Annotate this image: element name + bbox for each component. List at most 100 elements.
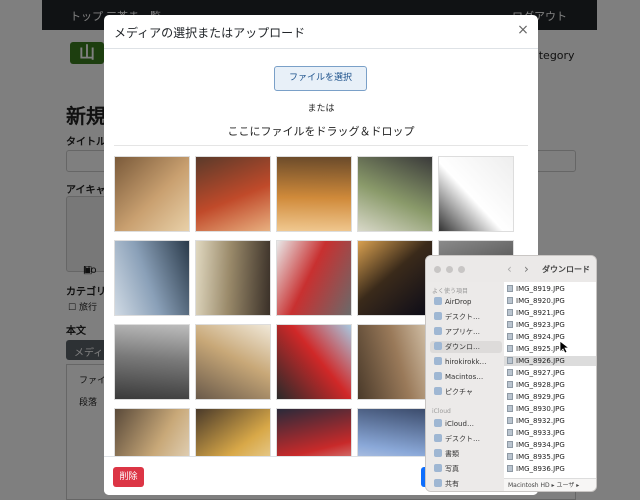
finder-sidebar-item[interactable]: Macintos… bbox=[430, 371, 502, 383]
finder-file-row[interactable]: IMG_8919.JPG bbox=[504, 284, 596, 294]
finder-file-row[interactable]: IMG_8927.JPG bbox=[504, 368, 596, 378]
finder-icloud-label: デスクト… bbox=[445, 435, 480, 443]
media-thumbnail-hall-interior[interactable] bbox=[357, 324, 433, 400]
folder-icon bbox=[434, 387, 442, 395]
finder-sidebar-item[interactable]: ダウンロ… bbox=[430, 341, 502, 353]
finder-sidebar-item[interactable]: アプリケ… bbox=[430, 326, 502, 338]
finder-file-name: IMG_8926.JPG bbox=[516, 357, 565, 365]
finder-file-row[interactable]: IMG_8928.JPG bbox=[504, 380, 596, 390]
folder-icon bbox=[434, 464, 442, 472]
finder-file-row[interactable]: IMG_8935.JPG bbox=[504, 452, 596, 462]
media-thumbnail-drink-vending[interactable] bbox=[276, 324, 352, 400]
finder-file-row[interactable]: IMG_8925.JPG bbox=[504, 344, 596, 354]
minimize-window-icon[interactable] bbox=[446, 266, 453, 273]
finder-window[interactable]: ‹ › ダウンロード よく使う項目 iCloud AirDrop デスクト… アプリ… bbox=[425, 255, 597, 492]
finder-sidebar-item[interactable]: AirDrop bbox=[430, 296, 502, 308]
favorites-section-label: よく使う項目 bbox=[432, 288, 469, 295]
close-icon[interactable]: × bbox=[516, 23, 530, 37]
choose-file-button[interactable]: ファイルを選択 bbox=[274, 66, 367, 91]
finder-sidebar-label: アプリケ… bbox=[445, 328, 480, 336]
media-thumbnail-soba-noodles[interactable] bbox=[195, 240, 271, 316]
image-file-icon bbox=[507, 333, 513, 340]
image-file-icon bbox=[507, 441, 513, 448]
finder-file-row[interactable]: IMG_8929.JPG bbox=[504, 392, 596, 402]
media-thumbnail-store-front[interactable] bbox=[114, 408, 190, 456]
media-thumbnail-ticket-machine[interactable] bbox=[114, 324, 190, 400]
finder-sidebar-label: hirokirokk… bbox=[445, 358, 487, 366]
media-thumbnail-steaming-pot[interactable] bbox=[114, 240, 190, 316]
finder-icloud-item[interactable]: 書類 bbox=[430, 448, 502, 460]
image-file-icon bbox=[507, 453, 513, 460]
finder-sidebar: よく使う項目 iCloud AirDrop デスクト… アプリケ… ダウンロ… hiro… bbox=[426, 282, 504, 491]
media-thumbnail-vending-machine[interactable] bbox=[276, 240, 352, 316]
finder-file-name: IMG_8927.JPG bbox=[516, 369, 565, 377]
finder-sidebar-item[interactable]: ピクチャ bbox=[430, 386, 502, 398]
image-file-icon bbox=[507, 285, 513, 292]
finder-file-name: IMG_8925.JPG bbox=[516, 345, 565, 353]
image-file-icon bbox=[507, 393, 513, 400]
finder-file-row[interactable]: IMG_8923.JPG bbox=[504, 320, 596, 330]
finder-file-row[interactable]: IMG_8921.JPG bbox=[504, 308, 596, 318]
finder-icloud-item[interactable]: デスクト… bbox=[430, 433, 502, 445]
finder-file-name: IMG_8920.JPG bbox=[516, 297, 565, 305]
finder-file-row[interactable]: IMG_8930.JPG bbox=[504, 404, 596, 414]
media-thumbnail-coupon-card[interactable] bbox=[438, 156, 514, 232]
folder-icon bbox=[434, 434, 442, 442]
drop-zone-text[interactable]: ここにファイルをドラッグ＆ドロップ bbox=[104, 123, 538, 139]
media-thumbnail-night-city-lights[interactable] bbox=[357, 240, 433, 316]
media-thumbnail-red-sign-shop[interactable] bbox=[276, 408, 352, 456]
image-file-icon bbox=[507, 321, 513, 328]
finder-file-name: IMG_8924.JPG bbox=[516, 333, 565, 341]
finder-file-name: IMG_8928.JPG bbox=[516, 381, 565, 389]
image-file-icon bbox=[507, 345, 513, 352]
finder-file-row[interactable]: IMG_8932.JPG bbox=[504, 416, 596, 426]
finder-file-row[interactable]: IMG_8936.JPG bbox=[504, 464, 596, 474]
finder-sidebar-item[interactable]: デスクト… bbox=[430, 311, 502, 323]
folder-icon bbox=[434, 449, 442, 457]
finder-icloud-label: 写真 bbox=[445, 465, 459, 473]
finder-icloud-item[interactable]: iCloud… bbox=[430, 418, 502, 430]
media-thumbnail-gift-shop[interactable] bbox=[357, 408, 433, 456]
image-file-icon bbox=[507, 297, 513, 304]
finder-file-row[interactable]: IMG_8926.JPG bbox=[504, 356, 596, 366]
forward-icon[interactable]: › bbox=[524, 262, 529, 276]
icloud-section-label: iCloud bbox=[432, 408, 451, 415]
finder-file-name: IMG_8936.JPG bbox=[516, 465, 565, 473]
finder-icloud-label: 書類 bbox=[445, 450, 459, 458]
folder-icon bbox=[434, 372, 442, 380]
image-file-icon bbox=[507, 429, 513, 436]
media-thumbnail-breakfast-buffet[interactable] bbox=[276, 156, 352, 232]
media-thumbnail-fish-platter[interactable] bbox=[195, 156, 271, 232]
finder-file-row[interactable]: IMG_8934.JPG bbox=[504, 440, 596, 450]
image-file-icon bbox=[507, 369, 513, 376]
finder-file-name: IMG_8933.JPG bbox=[516, 429, 565, 437]
finder-icloud-item[interactable]: 共有 bbox=[430, 478, 502, 490]
mouse-cursor-icon bbox=[559, 340, 569, 354]
finder-file-name: IMG_8935.JPG bbox=[516, 453, 565, 461]
folder-icon bbox=[434, 327, 442, 335]
folder-icon bbox=[434, 297, 442, 305]
finder-file-name: IMG_8932.JPG bbox=[516, 417, 565, 425]
media-thumbnail-lit-shop[interactable] bbox=[195, 408, 271, 456]
media-thumbnail-buffet-trays[interactable] bbox=[114, 156, 190, 232]
finder-toolbar: ‹ › ダウンロード bbox=[426, 256, 596, 282]
finder-icloud-item[interactable]: 写真 bbox=[430, 463, 502, 475]
image-file-icon bbox=[507, 405, 513, 412]
finder-sidebar-label: AirDrop bbox=[445, 298, 472, 306]
finder-path-bar: Macintosh HD ▸ ユーザ ▸ bbox=[504, 478, 596, 491]
finder-sidebar-item[interactable]: hirokirokk… bbox=[430, 356, 502, 368]
finder-file-name: IMG_8930.JPG bbox=[516, 405, 565, 413]
modal-header: メディアの選択またはアップロード × bbox=[104, 15, 538, 49]
finder-file-row[interactable]: IMG_8933.JPG bbox=[504, 428, 596, 438]
finder-file-row[interactable]: IMG_8924.JPG bbox=[504, 332, 596, 342]
finder-file-row[interactable]: IMG_8920.JPG bbox=[504, 296, 596, 306]
close-window-icon[interactable] bbox=[434, 266, 441, 273]
zoom-window-icon[interactable] bbox=[458, 266, 465, 273]
path-text: Macintosh HD ▸ ユーザ ▸ bbox=[508, 482, 580, 489]
media-thumbnail-bowl-dish[interactable] bbox=[357, 156, 433, 232]
image-file-icon bbox=[507, 381, 513, 388]
back-icon[interactable]: ‹ bbox=[507, 262, 512, 276]
media-thumbnail-station-kiosk[interactable] bbox=[195, 324, 271, 400]
finder-file-list: IMG_8919.JPG IMG_8920.JPG IMG_8921.JPG IMG_… bbox=[504, 282, 596, 478]
delete-button[interactable]: 削除 bbox=[113, 467, 144, 487]
